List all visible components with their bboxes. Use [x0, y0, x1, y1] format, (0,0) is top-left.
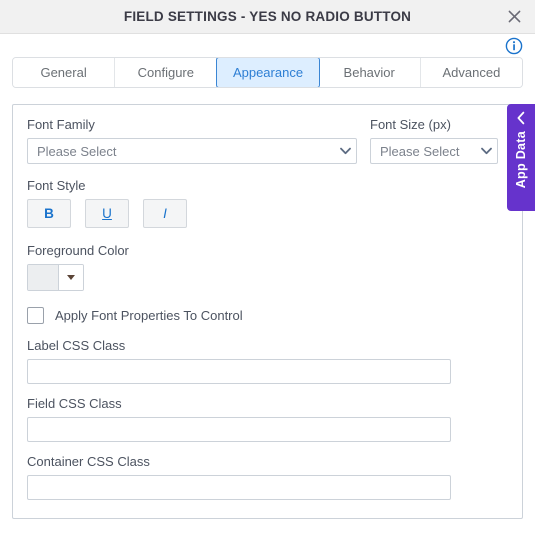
- info-row: [0, 34, 535, 57]
- field-css-class-group: Field CSS Class: [27, 396, 508, 442]
- dialog-titlebar: FIELD SETTINGS - YES NO RADIO BUTTON: [0, 0, 535, 34]
- foreground-color-group: Foreground Color: [27, 243, 508, 291]
- bold-button-label: B: [44, 206, 54, 221]
- field-css-class-label: Field CSS Class: [27, 396, 122, 411]
- underline-button-label: U: [102, 206, 112, 221]
- tab-behavior[interactable]: Behavior: [318, 58, 421, 87]
- app-data-label: App Data: [514, 131, 528, 189]
- bold-button[interactable]: B: [27, 199, 71, 228]
- tab-label: General: [40, 65, 87, 80]
- info-icon: [505, 37, 523, 55]
- tab-general[interactable]: General: [13, 58, 116, 87]
- apply-font-properties-label: Apply Font Properties To Control: [55, 308, 243, 323]
- font-family-label: Font Family: [27, 117, 95, 132]
- chevron-left-icon: [516, 111, 526, 125]
- info-button[interactable]: [505, 37, 523, 55]
- italic-button[interactable]: I: [143, 199, 187, 228]
- color-dropdown-button[interactable]: [59, 265, 83, 290]
- dialog-title: FIELD SETTINGS - YES NO RADIO BUTTON: [123, 9, 412, 24]
- settings-tabs: General Configure Appearance Behavior Ad…: [12, 57, 523, 88]
- underline-button[interactable]: U: [85, 199, 129, 228]
- font-family-select[interactable]: Please Select: [27, 138, 357, 164]
- field-settings-dialog: FIELD SETTINGS - YES NO RADIO BUTTON Gen…: [0, 0, 535, 555]
- apply-font-properties-row[interactable]: Apply Font Properties To Control: [27, 307, 508, 324]
- tab-advanced[interactable]: Advanced: [420, 58, 522, 87]
- font-size-label: Font Size (px): [370, 117, 451, 132]
- label-css-class-group: Label CSS Class: [27, 338, 508, 384]
- app-data-panel-toggle[interactable]: App Data: [507, 104, 535, 211]
- tab-appearance[interactable]: Appearance: [216, 58, 320, 87]
- appearance-panel: Font Family Please Select Font Size (px)…: [12, 104, 523, 519]
- field-css-class-input[interactable]: [27, 417, 451, 442]
- close-icon: [508, 10, 521, 23]
- tab-label: Appearance: [232, 65, 304, 80]
- foreground-color-label: Foreground Color: [27, 243, 129, 258]
- tab-configure[interactable]: Configure: [115, 58, 218, 87]
- chevron-down-icon: [334, 147, 356, 155]
- apply-font-properties-checkbox[interactable]: [27, 307, 44, 324]
- container-css-class-input[interactable]: [27, 475, 451, 500]
- font-size-value: Please Select: [380, 143, 460, 159]
- tab-label: Configure: [137, 65, 194, 80]
- tab-label: Advanced: [442, 65, 501, 80]
- italic-button-label: I: [163, 206, 167, 221]
- label-css-class-label: Label CSS Class: [27, 338, 126, 353]
- color-swatch: [28, 265, 59, 290]
- font-style-label: Font Style: [27, 178, 86, 193]
- close-button[interactable]: [501, 4, 527, 30]
- label-css-class-input[interactable]: [27, 359, 451, 384]
- container-css-class-label: Container CSS Class: [27, 454, 150, 469]
- font-family-value: Please Select: [37, 143, 117, 159]
- foreground-color-picker[interactable]: [27, 264, 84, 291]
- chevron-down-icon: [475, 147, 497, 155]
- font-row: Font Family Please Select Font Size (px)…: [27, 117, 508, 164]
- tab-label: Behavior: [343, 65, 395, 80]
- font-style-group: Font Style B U I: [27, 178, 508, 228]
- font-size-select[interactable]: Please Select: [370, 138, 498, 164]
- caret-down-icon: [67, 275, 75, 280]
- container-css-class-group: Container CSS Class: [27, 454, 508, 500]
